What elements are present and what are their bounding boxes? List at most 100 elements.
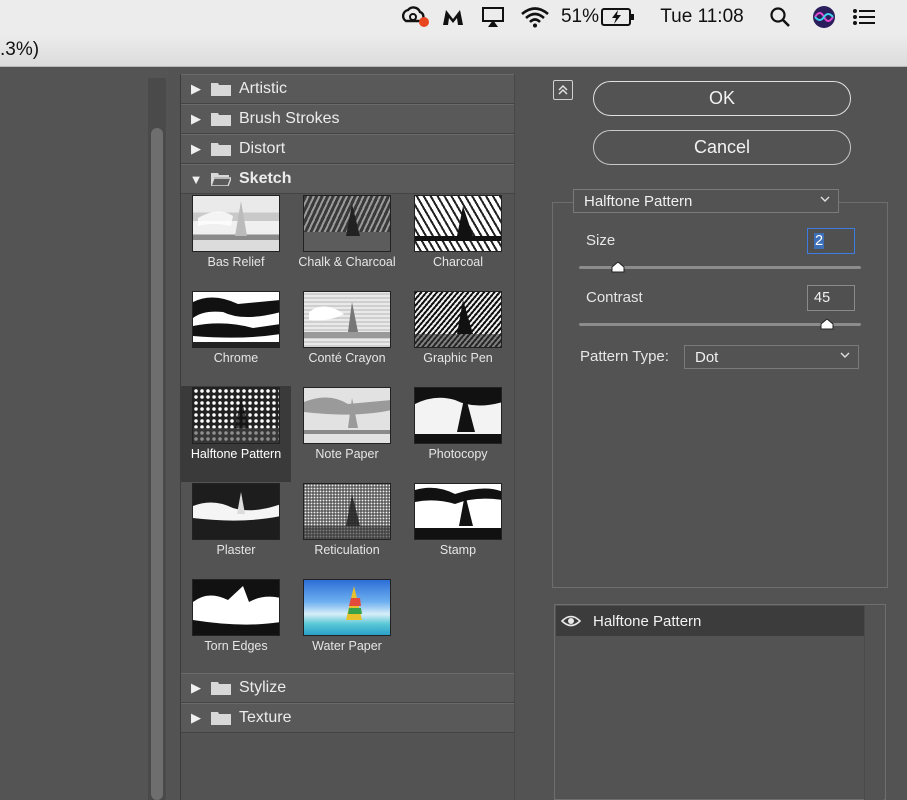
filter-caption: Chalk & Charcoal xyxy=(298,255,396,269)
collapse-gallery-button[interactable] xyxy=(553,80,573,100)
filter-preview-image xyxy=(303,291,391,348)
contrast-slider-handle[interactable] xyxy=(820,318,834,330)
window-title-bar[interactable]: .3%) xyxy=(0,33,907,67)
filter-caption: Water Paper xyxy=(312,639,382,653)
category-sketch[interactable]: ▼ Sketch xyxy=(181,164,514,194)
expand-arrow-icon: ▶ xyxy=(191,111,201,126)
filter-caption: Stamp xyxy=(439,543,477,557)
malwarebytes-icon[interactable] xyxy=(438,0,468,33)
battery-percent-text: 51% xyxy=(560,5,600,27)
filter-preview-image xyxy=(303,195,391,252)
wifi-icon[interactable] xyxy=(518,0,552,33)
filter-thumb-conte-crayon[interactable]: Conté Crayon xyxy=(292,290,402,386)
contrast-input[interactable]: 45 xyxy=(807,285,855,311)
contrast-label: Contrast xyxy=(586,289,643,306)
chevron-down-icon xyxy=(840,352,850,358)
expand-arrow-icon: ▶ xyxy=(191,710,201,725)
filter-preview-image xyxy=(414,483,502,540)
expand-arrow-icon: ▶ xyxy=(191,680,201,695)
filter-thumb-chalk-charcoal[interactable]: Chalk & Charcoal xyxy=(292,194,402,290)
preview-scrollbar-thumb[interactable] xyxy=(151,128,163,800)
filter-thumb-torn-edges[interactable]: Torn Edges xyxy=(181,578,291,674)
clock[interactable]: Tue 11:08 xyxy=(652,0,752,33)
airplay-icon[interactable] xyxy=(478,0,508,33)
layers-scrollbar[interactable] xyxy=(864,606,884,800)
open-folder-icon xyxy=(209,172,233,187)
filter-caption: Photocopy xyxy=(428,447,488,461)
category-label: Stylize xyxy=(239,679,287,696)
size-input[interactable]: 2 xyxy=(807,228,855,254)
pattern-type-value: Dot xyxy=(695,348,719,366)
filter-select-dropdown[interactable]: Halftone Pattern xyxy=(573,189,839,213)
filter-caption: Note Paper xyxy=(315,447,379,461)
notification-center-icon[interactable] xyxy=(850,0,878,33)
filter-preview-image xyxy=(414,291,502,348)
filter-preview-image xyxy=(414,387,502,444)
spotlight-search-icon[interactable] xyxy=(766,0,794,33)
filter-preview-image xyxy=(303,483,391,540)
filter-caption: Conté Crayon xyxy=(308,351,386,365)
size-slider-handle[interactable] xyxy=(611,261,625,273)
pattern-type-dropdown[interactable]: Dot xyxy=(684,345,859,369)
clock-text: Tue 11:08 xyxy=(660,5,744,27)
filter-caption: Halftone Pattern xyxy=(190,447,282,461)
gallery-scrollbar[interactable] xyxy=(514,74,536,800)
menu-bar: 51% Tue 11:08 xyxy=(0,0,907,33)
filter-caption: Chrome xyxy=(213,351,259,365)
siri-icon[interactable] xyxy=(810,0,838,33)
filter-thumb-chrome[interactable]: Chrome xyxy=(181,290,291,386)
category-label: Artistic xyxy=(239,80,287,97)
filter-thumb-water-paper[interactable]: Water Paper xyxy=(292,578,402,674)
collapse-arrow-icon: ▼ xyxy=(189,171,203,187)
chevron-down-icon xyxy=(820,196,830,202)
double-chevron-up-icon xyxy=(558,84,568,95)
category-distort[interactable]: ▶ Distort xyxy=(181,134,514,164)
filter-thumb-plaster[interactable]: Plaster xyxy=(181,482,291,578)
filter-thumb-photocopy[interactable]: Photocopy xyxy=(403,386,513,482)
contrast-slider-track[interactable] xyxy=(579,323,861,326)
filter-caption: Bas Relief xyxy=(207,255,265,269)
expand-arrow-icon: ▶ xyxy=(191,81,201,96)
filter-thumb-graphic-pen[interactable]: Graphic Pen xyxy=(403,290,513,386)
category-label: Sketch xyxy=(239,170,292,187)
filter-preview-image xyxy=(303,387,391,444)
filter-preview-image xyxy=(192,483,280,540)
category-texture[interactable]: ▶ Texture xyxy=(181,703,514,733)
creative-cloud-icon[interactable] xyxy=(398,0,432,33)
filter-caption: Reticulation xyxy=(314,543,380,557)
filter-thumb-charcoal[interactable]: Charcoal xyxy=(403,194,513,290)
category-brush-strokes[interactable]: ▶ Brush Strokes xyxy=(181,104,514,134)
contrast-value: 45 xyxy=(814,290,831,306)
effect-layer-row[interactable]: Halftone Pattern xyxy=(556,606,864,636)
battery-charging-icon[interactable] xyxy=(600,0,636,33)
folder-icon xyxy=(211,142,231,156)
filter-preview-image xyxy=(192,291,280,348)
folder-icon xyxy=(211,711,231,725)
folder-icon xyxy=(211,681,231,695)
filter-caption: Graphic Pen xyxy=(423,351,493,365)
filter-thumb-stamp[interactable]: Stamp xyxy=(403,482,513,578)
filter-thumb-note-paper[interactable]: Note Paper xyxy=(292,386,402,482)
category-artistic[interactable]: ▶ Artistic xyxy=(181,74,514,104)
filter-caption: Torn Edges xyxy=(204,639,268,653)
size-label: Size xyxy=(586,232,616,249)
preview-canvas[interactable] xyxy=(0,68,168,800)
filter-caption: Plaster xyxy=(216,543,256,557)
category-stylize[interactable]: ▶ Stylize xyxy=(181,673,514,703)
filter-thumb-reticulation[interactable]: Reticulation xyxy=(292,482,402,578)
pattern-type-label: Pattern Type: xyxy=(580,348,669,365)
filter-thumb-halftone-pattern[interactable]: Halftone Pattern xyxy=(181,386,291,482)
category-label: Distort xyxy=(239,140,286,157)
folder-icon xyxy=(211,112,231,126)
folder-icon xyxy=(211,82,231,96)
filter-thumb-bas-relief[interactable]: Bas Relief xyxy=(181,194,291,290)
filter-caption: Charcoal xyxy=(432,255,484,269)
filter-preview-image xyxy=(192,387,280,444)
ok-button[interactable]: OK xyxy=(593,81,851,116)
cancel-button[interactable]: Cancel xyxy=(593,130,851,165)
category-label: Brush Strokes xyxy=(239,110,340,127)
window-title: .3%) xyxy=(0,39,40,60)
battery-percent: 51% xyxy=(560,0,600,33)
filter-preview-image xyxy=(192,195,280,252)
eye-visibility-icon[interactable] xyxy=(556,606,586,636)
